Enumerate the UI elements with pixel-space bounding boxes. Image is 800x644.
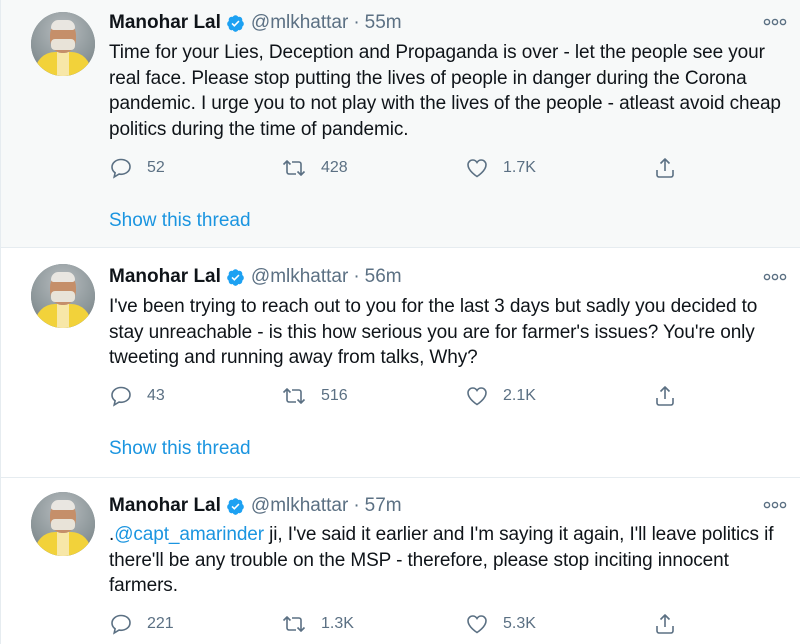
show-thread-link[interactable]: Show this thread bbox=[109, 210, 251, 232]
like-button[interactable]: 5.3K bbox=[465, 610, 536, 638]
share-button[interactable] bbox=[653, 610, 677, 638]
avatar[interactable] bbox=[31, 492, 95, 556]
tweet-text: Time for your Lies, Deception and Propag… bbox=[109, 42, 781, 140]
reply-count: 221 bbox=[147, 615, 174, 632]
author-name[interactable]: Manohar Lal bbox=[109, 495, 221, 517]
reply-count: 43 bbox=[147, 387, 165, 404]
separator: · bbox=[353, 12, 360, 33]
retweet-button[interactable]: 1.3K bbox=[281, 610, 354, 638]
retweet-icon bbox=[281, 612, 307, 636]
retweet-count: 428 bbox=[321, 159, 348, 176]
share-button[interactable] bbox=[653, 382, 677, 410]
retweet-count: 1.3K bbox=[321, 615, 354, 632]
like-icon bbox=[465, 612, 489, 636]
like-icon bbox=[465, 156, 489, 180]
retweet-count: 516 bbox=[321, 387, 348, 404]
tweet[interactable]: Manohar Lal @mlkhattar · 57m .@capt_amar… bbox=[1, 478, 800, 644]
reply-icon bbox=[109, 612, 133, 636]
separator: · bbox=[353, 495, 360, 516]
retweet-icon bbox=[281, 156, 307, 180]
timestamp[interactable]: 55m bbox=[365, 12, 402, 34]
share-icon bbox=[653, 384, 677, 408]
share-button[interactable] bbox=[653, 154, 677, 182]
tweet-header: Manohar Lal @mlkhattar · 56m bbox=[109, 264, 402, 290]
verified-badge-icon bbox=[226, 497, 245, 516]
timestamp[interactable]: 57m bbox=[365, 495, 402, 517]
share-icon bbox=[653, 612, 677, 636]
like-count: 5.3K bbox=[503, 615, 536, 632]
tweet-header: Manohar Lal @mlkhattar · 55m bbox=[109, 10, 402, 36]
reply-button[interactable]: 221 bbox=[109, 610, 174, 638]
tweet-feed: Manohar Lal @mlkhattar · 55m Time for yo… bbox=[0, 0, 800, 644]
author-name[interactable]: Manohar Lal bbox=[109, 12, 221, 34]
more-icon[interactable] bbox=[763, 17, 787, 29]
tweet[interactable]: Manohar Lal @mlkhattar · 56m I've been t… bbox=[1, 248, 800, 478]
more-icon[interactable] bbox=[763, 272, 787, 284]
reply-icon bbox=[109, 156, 133, 180]
timestamp[interactable]: 56m bbox=[365, 266, 402, 288]
like-button[interactable]: 1.7K bbox=[465, 154, 536, 182]
reply-button[interactable]: 43 bbox=[109, 382, 165, 410]
show-thread-link[interactable]: Show this thread bbox=[109, 438, 251, 460]
like-icon bbox=[465, 384, 489, 408]
author-name[interactable]: Manohar Lal bbox=[109, 266, 221, 288]
verified-badge-icon bbox=[226, 268, 245, 287]
separator: · bbox=[353, 266, 360, 287]
retweet-icon bbox=[281, 384, 307, 408]
author-handle[interactable]: @mlkhattar bbox=[251, 266, 348, 288]
tweet-header: Manohar Lal @mlkhattar · 57m bbox=[109, 493, 402, 519]
author-handle[interactable]: @mlkhattar bbox=[251, 495, 348, 517]
mention-link[interactable]: @capt_amarinder bbox=[114, 524, 264, 545]
avatar[interactable] bbox=[31, 264, 95, 328]
like-button[interactable]: 2.1K bbox=[465, 382, 536, 410]
like-count: 1.7K bbox=[503, 159, 536, 176]
reply-button[interactable]: 52 bbox=[109, 154, 165, 182]
reply-icon bbox=[109, 384, 133, 408]
retweet-button[interactable]: 516 bbox=[281, 382, 348, 410]
retweet-button[interactable]: 428 bbox=[281, 154, 348, 182]
like-count: 2.1K bbox=[503, 387, 536, 404]
tweet-text: .@capt_amarinder ji, I've said it earlie… bbox=[109, 522, 793, 599]
more-icon[interactable] bbox=[763, 500, 787, 512]
tweet[interactable]: Manohar Lal @mlkhattar · 55m Time for yo… bbox=[1, 0, 800, 248]
tweet-text: I've been trying to reach out to you for… bbox=[109, 296, 758, 368]
verified-badge-icon bbox=[226, 14, 245, 33]
share-icon bbox=[653, 156, 677, 180]
avatar[interactable] bbox=[31, 12, 95, 76]
reply-count: 52 bbox=[147, 159, 165, 176]
author-handle[interactable]: @mlkhattar bbox=[251, 12, 348, 34]
